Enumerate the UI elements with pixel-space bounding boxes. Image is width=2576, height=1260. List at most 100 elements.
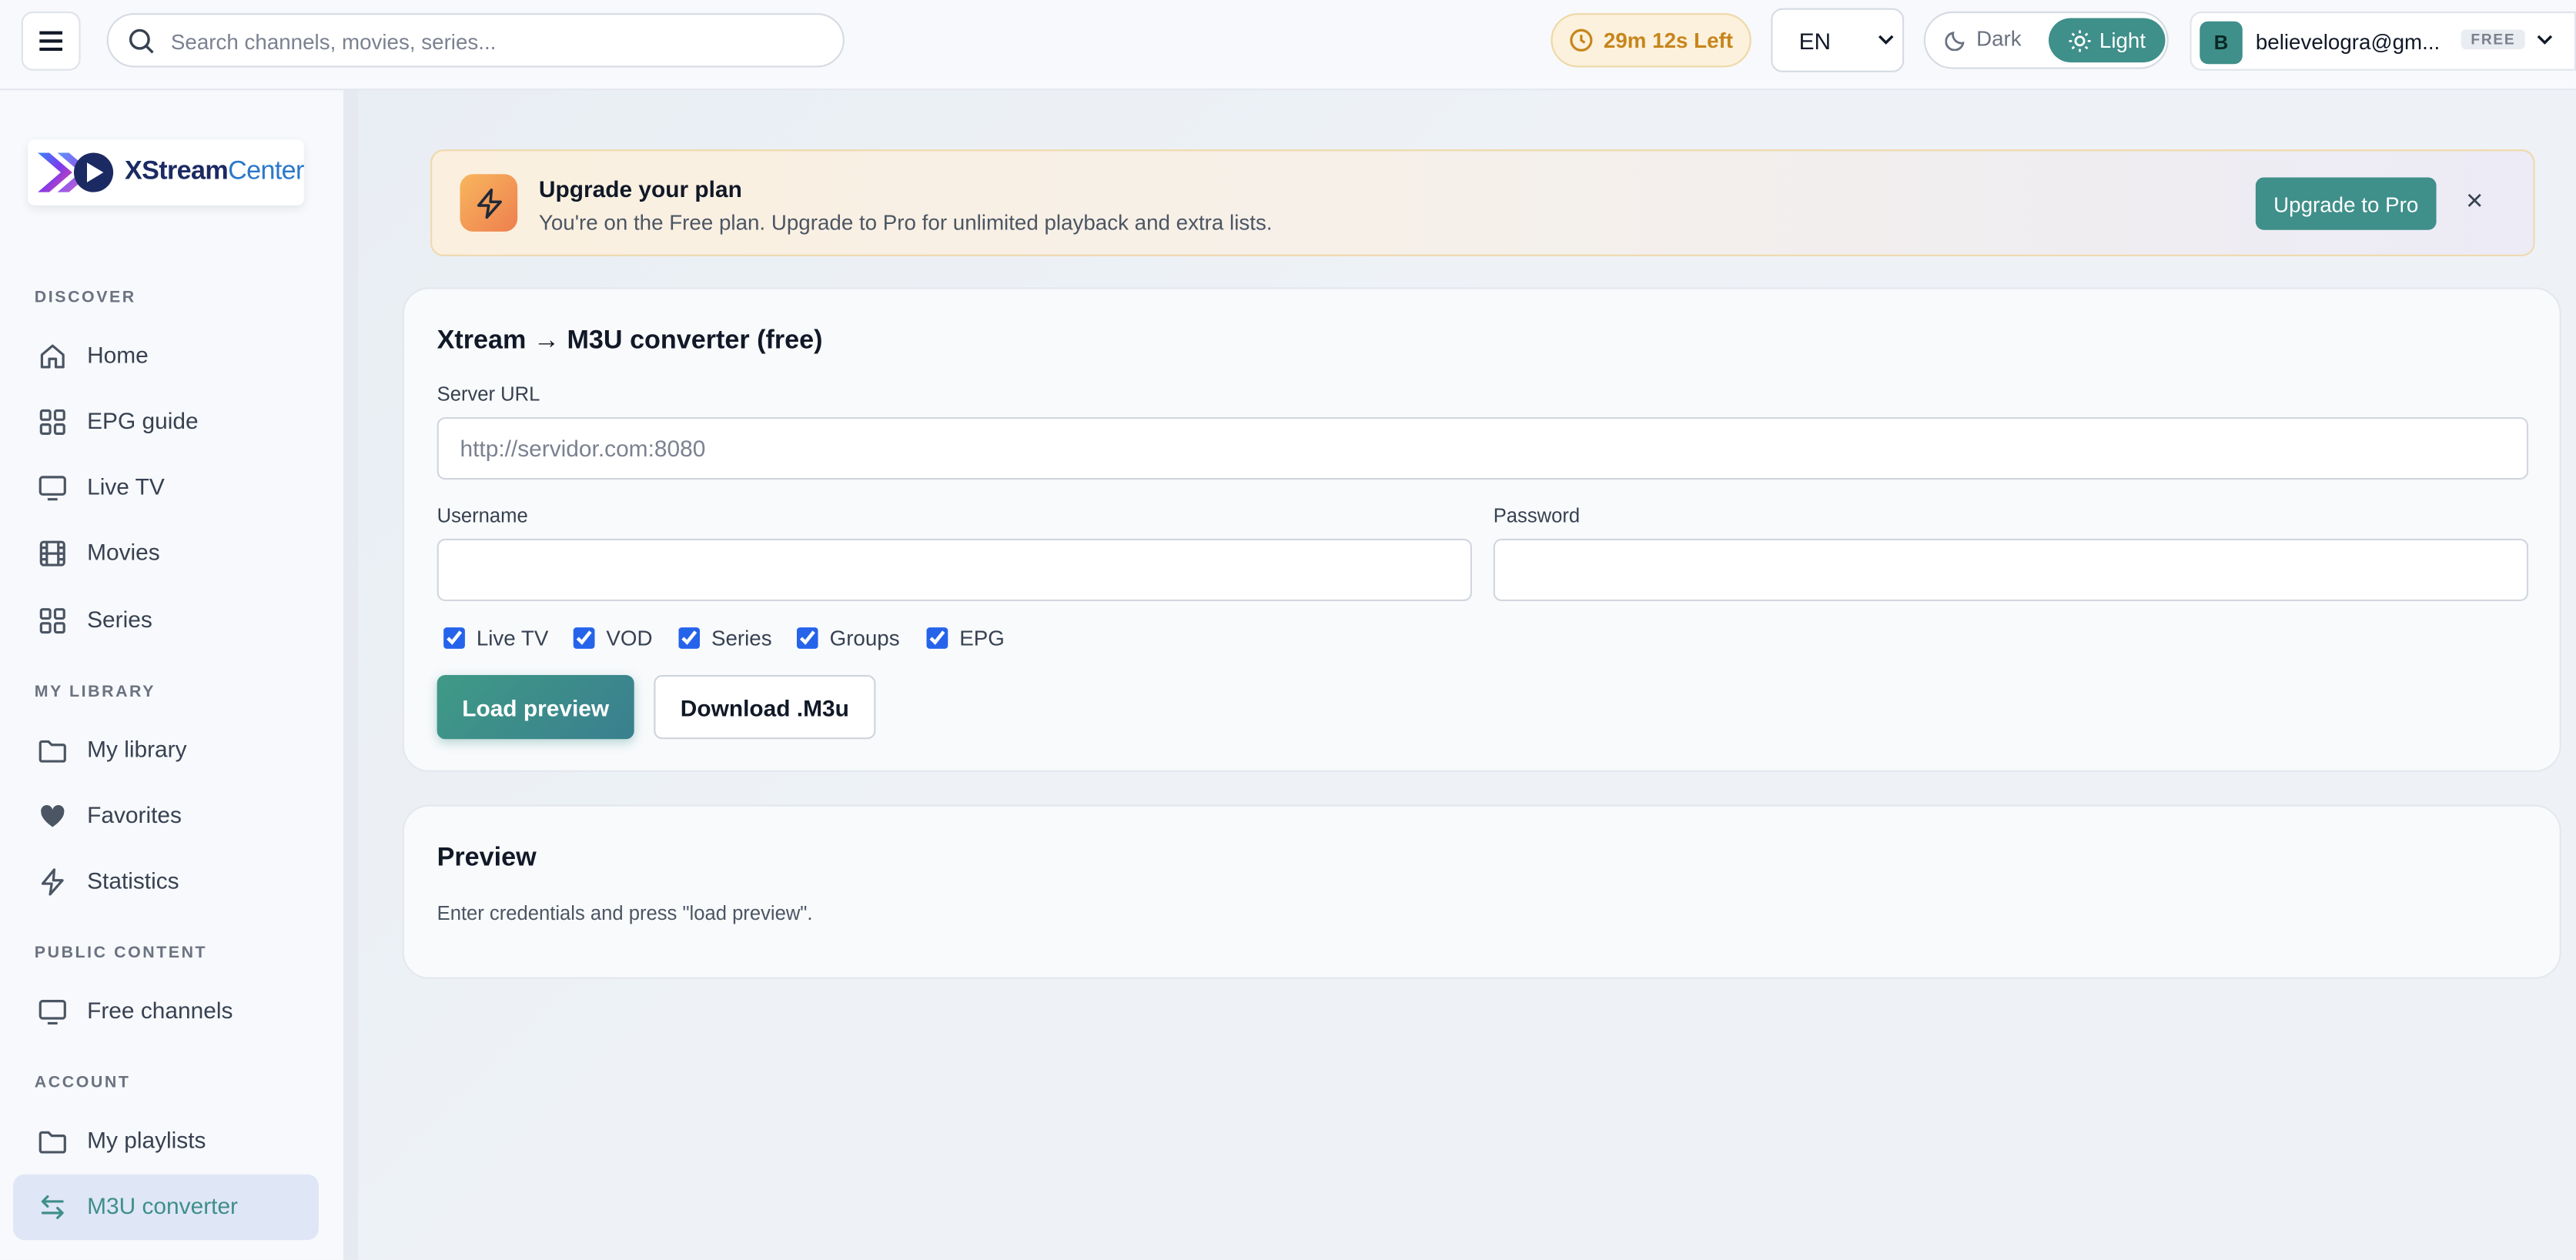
chevron-down-icon <box>2537 35 2553 45</box>
time-left-badge: 29m 12s Left <box>1551 13 1751 68</box>
sidebar-item-label: Series <box>87 606 152 633</box>
sidebar-item-free-channels[interactable]: Free channels <box>13 979 319 1044</box>
brand-logo[interactable]: XStreamCenter <box>28 139 304 206</box>
option-label: EPG <box>959 626 1005 651</box>
bolt-icon <box>41 868 64 896</box>
preview-card: Preview Enter credentials and press "loa… <box>402 804 2561 979</box>
option-live-tv[interactable]: Live TV <box>443 626 548 650</box>
user-email: believelogra@gm... <box>2255 29 2441 55</box>
option-groups[interactable]: Groups <box>796 626 900 651</box>
swap-icon <box>41 1195 64 1219</box>
sidebar-item-label: Favorites <box>87 801 182 828</box>
sidebar: XStreamCenter DISCOVER Home EPG guide Li… <box>0 90 343 1260</box>
sidebar-item-my-library[interactable]: My library <box>13 718 319 784</box>
section-my-library: MY LIBRARY <box>34 683 156 702</box>
password-input[interactable] <box>1493 538 2529 602</box>
username-label: Username <box>437 504 528 527</box>
sidebar-item-label: EPG guide <box>87 407 199 434</box>
preview-title: Preview <box>437 844 537 873</box>
sidebar-scrollbar[interactable] <box>343 90 359 1260</box>
search-box <box>106 13 845 69</box>
password-label: Password <box>1493 504 1581 527</box>
series-checkbox[interactable] <box>678 627 701 649</box>
sidebar-item-label: Statistics <box>87 867 179 894</box>
preview-text: Enter credentials and press "load previe… <box>437 901 813 925</box>
search-input[interactable] <box>167 15 831 69</box>
moon-icon <box>1945 30 1965 51</box>
clock-icon <box>1570 28 1593 52</box>
sidebar-item-m3u-converter[interactable]: M3U converter <box>13 1174 319 1241</box>
home-icon <box>40 344 65 369</box>
option-label: Live TV <box>476 626 549 651</box>
upgrade-banner: Upgrade your plan You're on the Free pla… <box>430 149 2535 256</box>
epg-checkbox[interactable] <box>926 627 948 649</box>
load-preview-button[interactable]: Load preview <box>437 675 634 740</box>
sidebar-item-label: Movies <box>87 538 160 566</box>
sidebar-item-series[interactable]: Series <box>13 588 319 653</box>
time-left-text: 29m 12s Left <box>1603 28 1733 53</box>
brand-name-main: XStream <box>125 157 229 186</box>
option-label: Series <box>711 626 772 651</box>
download-m3u-button[interactable]: Download .M3u <box>654 675 876 740</box>
sidebar-item-epg-guide[interactable]: EPG guide <box>13 389 319 455</box>
tv-icon <box>38 476 66 501</box>
groups-checkbox[interactable] <box>796 627 818 649</box>
sidebar-item-favorites[interactable]: Favorites <box>13 784 319 849</box>
brand-name: XStreamCenter <box>125 158 304 187</box>
brand-name-accent: Center <box>228 157 304 186</box>
option-label: Groups <box>829 626 900 651</box>
plan-badge: FREE <box>2461 29 2526 50</box>
close-icon[interactable]: × <box>2466 184 2483 219</box>
sidebar-item-live-tv[interactable]: Live TV <box>13 455 319 520</box>
theme-toggle: Dark Light <box>1923 11 2169 69</box>
language-value: EN <box>1798 28 1832 55</box>
top-bar: 29m 12s Left EN Dark Light B believelogr… <box>0 0 2576 91</box>
sidebar-item-label: Home <box>87 341 149 368</box>
menu-button[interactable] <box>21 11 81 71</box>
theme-light-label: Light <box>2099 28 2146 53</box>
option-label: VOD <box>606 626 653 651</box>
option-series[interactable]: Series <box>678 626 772 651</box>
option-epg[interactable]: EPG <box>926 626 1005 651</box>
sidebar-item-label: My playlists <box>87 1126 206 1153</box>
sidebar-item-label: My library <box>87 735 187 763</box>
grid-icon <box>39 409 65 435</box>
sidebar-item-statistics[interactable]: Statistics <box>13 849 319 914</box>
grid-icon <box>39 608 65 634</box>
app-root: 29m 12s Left EN Dark Light B believelogr… <box>0 0 2576 1260</box>
folder-icon <box>38 1131 66 1154</box>
sidebar-item-label: Free channels <box>87 997 233 1024</box>
banner-title: Upgrade your plan <box>538 175 742 202</box>
theme-dark-option[interactable]: Dark <box>1945 26 2022 51</box>
live-tv-checkbox[interactable] <box>443 627 465 649</box>
sun-icon <box>2069 29 2091 52</box>
search-icon <box>129 28 154 54</box>
section-public-content: PUBLIC CONTENT <box>34 944 208 963</box>
theme-light-option[interactable]: Light <box>2048 18 2166 63</box>
sidebar-item-my-playlists[interactable]: My playlists <box>13 1108 319 1174</box>
section-account: ACCOUNT <box>34 1074 131 1093</box>
user-menu[interactable]: B believelogra@gm... FREE <box>2190 11 2576 71</box>
avatar: B <box>2200 21 2243 65</box>
banner-subtitle: You're on the Free plan. Upgrade to Pro … <box>538 210 1273 236</box>
sidebar-item-home[interactable]: Home <box>13 323 319 389</box>
language-select[interactable]: EN <box>1771 8 1905 72</box>
folder-icon <box>38 740 66 763</box>
option-vod[interactable]: VOD <box>573 626 653 651</box>
server-url-input[interactable] <box>437 417 2529 480</box>
server-url-label: Server URL <box>437 383 540 406</box>
sidebar-item-label: M3U converter <box>87 1192 239 1219</box>
theme-dark-label: Dark <box>1976 26 2022 52</box>
upgrade-to-pro-button[interactable]: Upgrade to Pro <box>2255 177 2437 230</box>
logo-mark-icon <box>38 152 114 192</box>
sidebar-item-label: Live TV <box>87 473 165 500</box>
heart-icon <box>41 804 65 827</box>
chevron-down-icon <box>1878 35 1894 45</box>
converter-card: Xtream → M3U converter (free) Server URL… <box>402 287 2561 772</box>
converter-title: Xtream → M3U converter (free) <box>437 326 823 355</box>
bolt-icon <box>460 174 518 232</box>
username-input[interactable] <box>437 538 1472 602</box>
sidebar-item-movies[interactable]: Movies <box>13 520 319 586</box>
tv-icon <box>38 1000 66 1025</box>
vod-checkbox[interactable] <box>573 627 595 649</box>
